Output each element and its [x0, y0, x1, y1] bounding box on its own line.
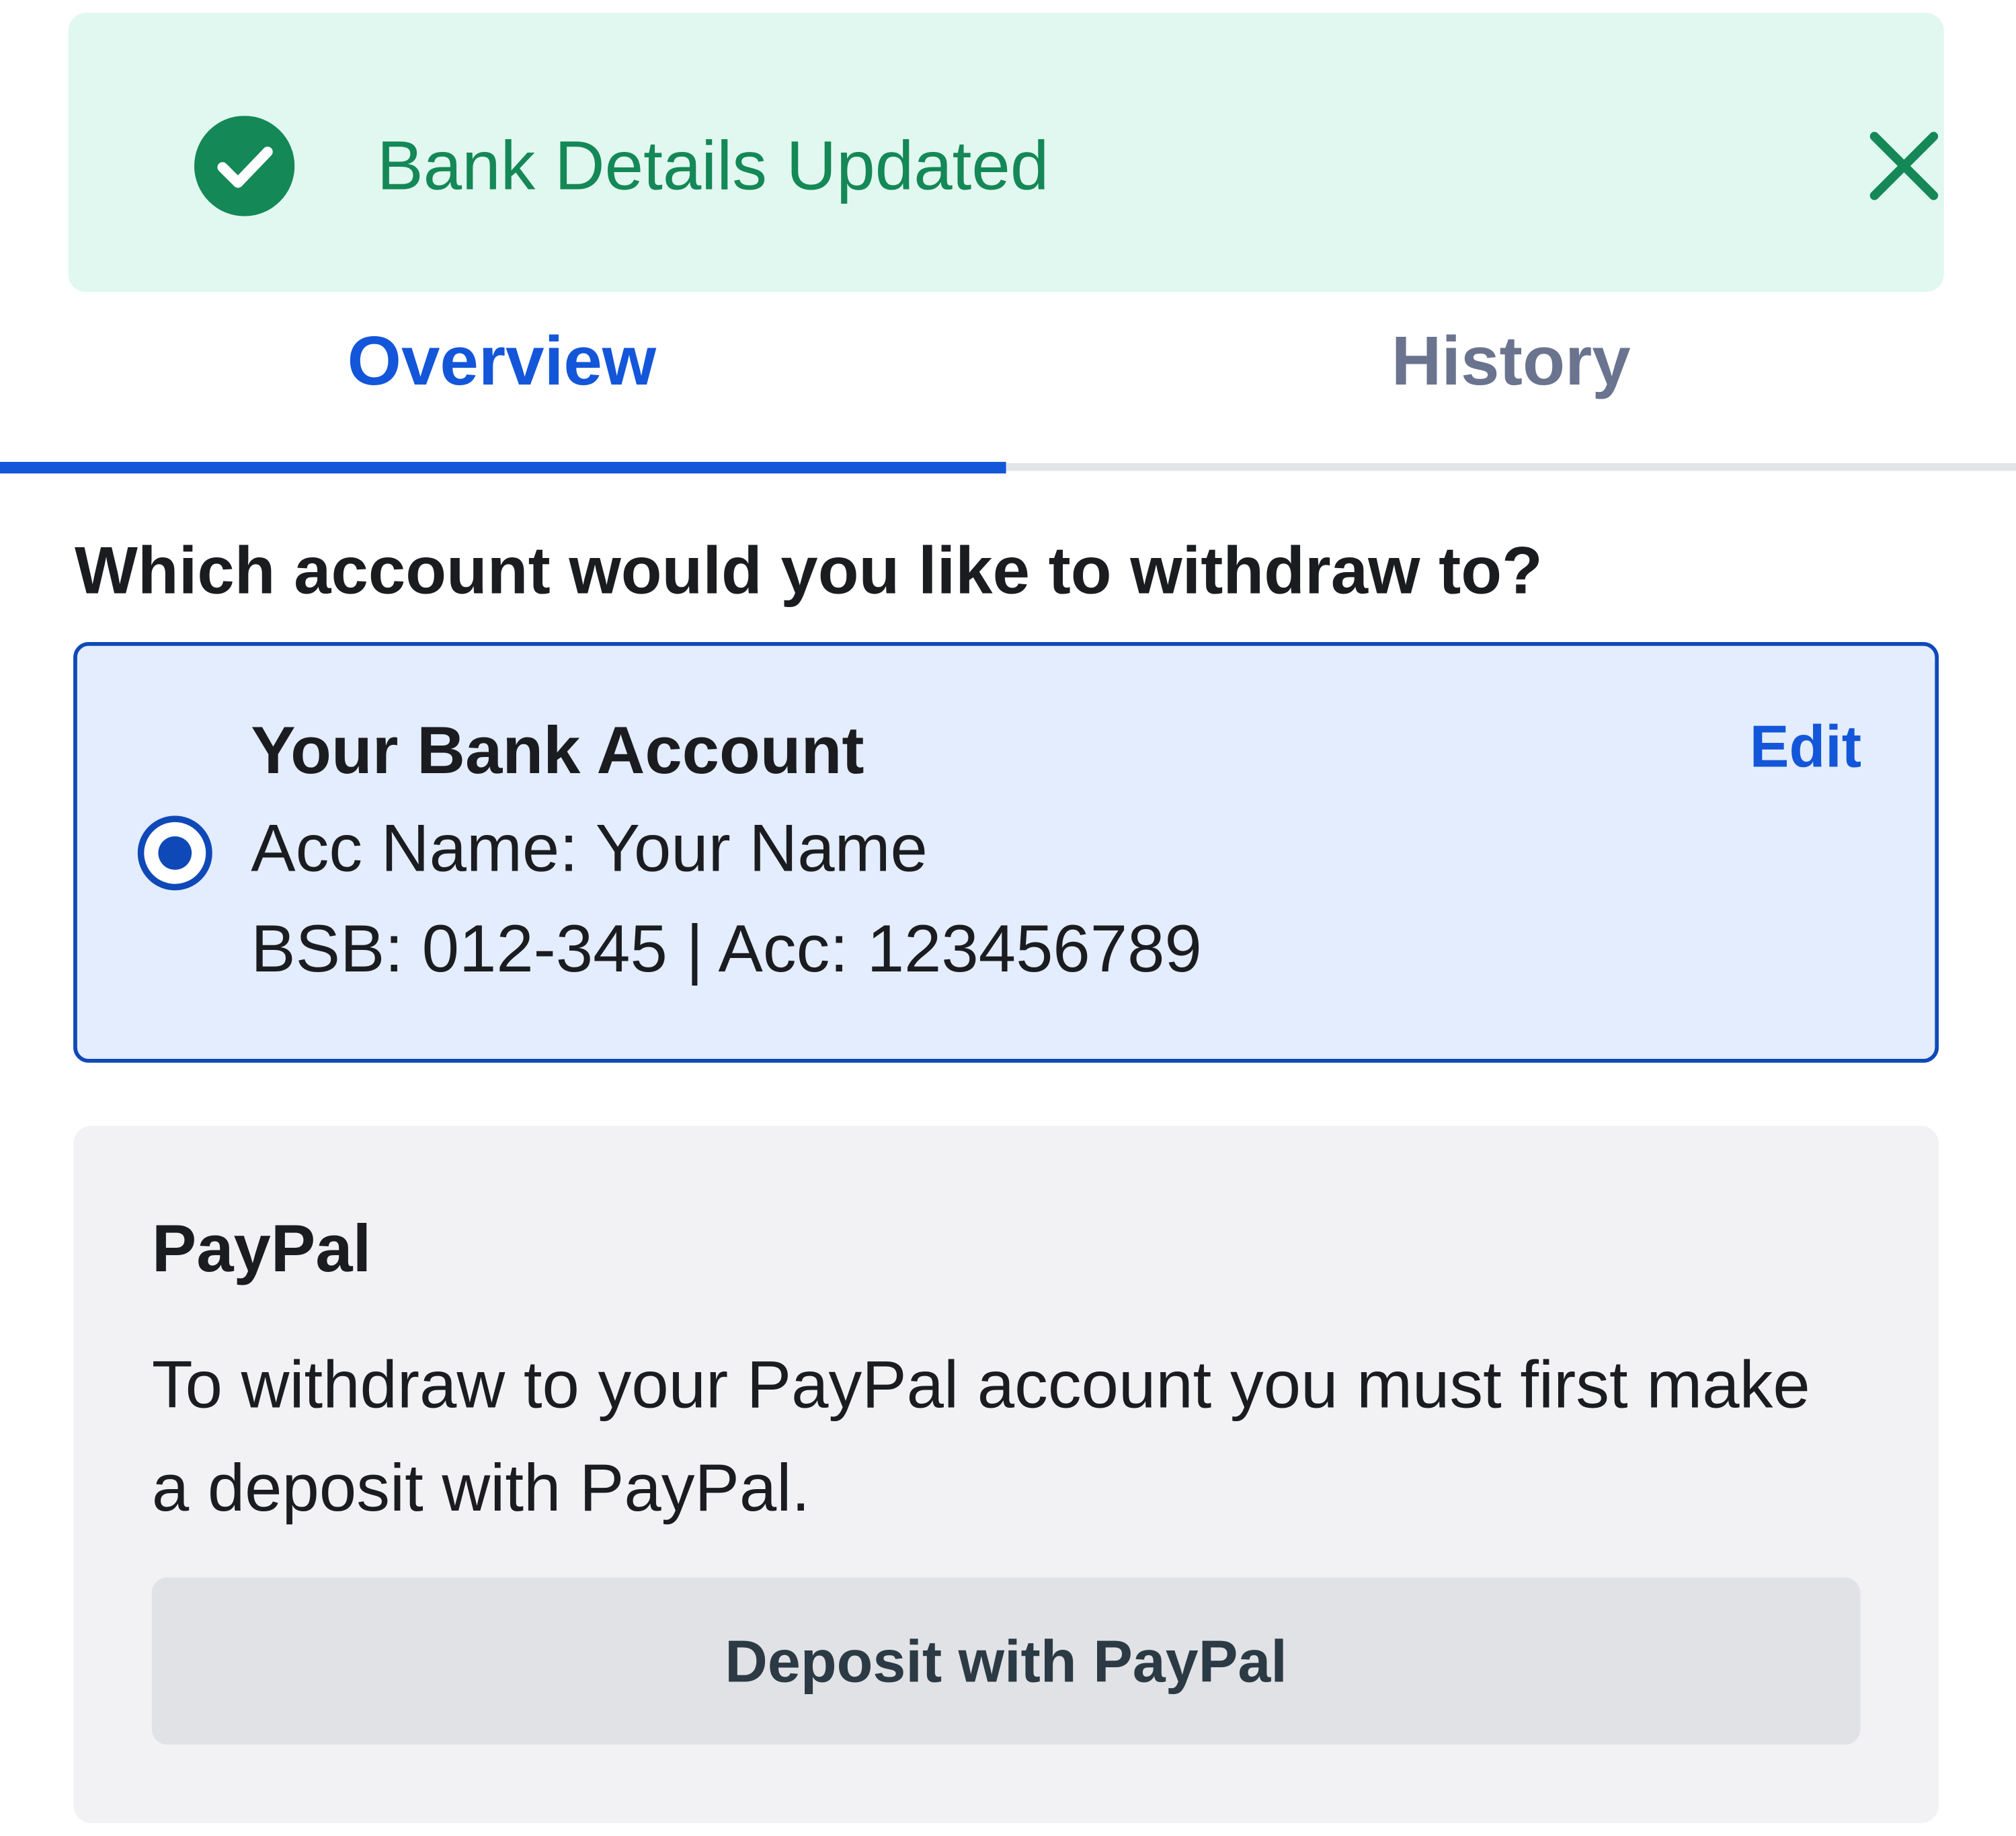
paypal-description: To withdraw to your PayPal account you m… [151, 1348, 1810, 1526]
paypal-option: PayPal To withdraw to your PayPal accoun… [73, 1125, 1939, 1823]
deposit-with-paypal-button[interactable]: Deposit with PayPal [151, 1577, 1861, 1745]
tab-history[interactable]: History [1006, 319, 2016, 409]
bank-account-numbers: BSB: 012-345 | Acc: 123456789 [251, 912, 1202, 987]
close-icon[interactable] [1869, 131, 1939, 200]
tab-overview[interactable]: Overview [0, 319, 1004, 409]
bank-account-radio[interactable] [137, 815, 212, 891]
bank-account-option[interactable]: Your Bank Account Acc Name: Your Name BS… [73, 641, 1939, 1063]
active-tab-indicator [0, 462, 1006, 474]
bank-account-name: Acc Name: Your Name [251, 811, 928, 887]
toast-message: Bank Details Updated [376, 127, 1049, 205]
withdraw-page: Bank Details Updated Overview History Wh… [0, 0, 2016, 1836]
paypal-title: PayPal [151, 1211, 372, 1287]
check-circle-icon [194, 116, 295, 216]
success-toast: Bank Details Updated [68, 13, 1944, 292]
bank-account-title: Your Bank Account [251, 714, 864, 789]
radio-selected-dot [158, 836, 192, 870]
withdraw-question: Which account would you like to withdraw… [75, 534, 1543, 609]
edit-bank-link[interactable]: Edit [1750, 708, 1861, 785]
